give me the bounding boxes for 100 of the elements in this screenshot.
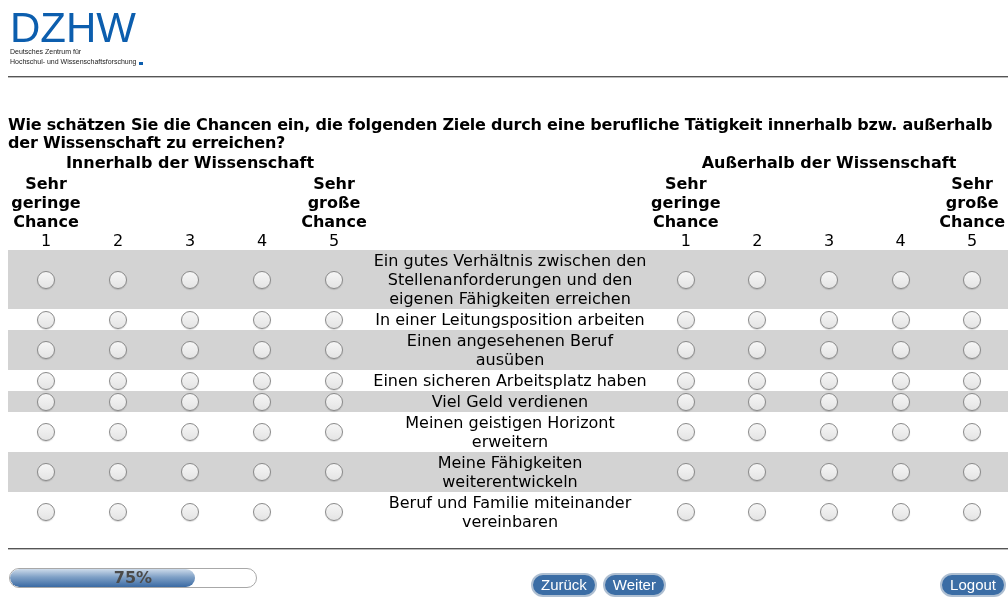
radio-button[interactable] <box>748 371 767 390</box>
item-text: Einen sicheren Arbeitsplatz haben <box>372 371 648 390</box>
item-text: Meine Fähigkeiten weiterentwickeln <box>436 453 584 491</box>
radio-button[interactable] <box>253 503 271 521</box>
radio-button[interactable] <box>963 341 982 359</box>
radio-button[interactable] <box>325 503 343 521</box>
radio-button[interactable] <box>676 341 695 359</box>
radio-button[interactable] <box>820 371 838 390</box>
radio-button[interactable] <box>253 310 271 329</box>
radio-button[interactable] <box>676 310 695 329</box>
radio-button[interactable] <box>325 463 343 481</box>
radio-button[interactable] <box>325 310 343 329</box>
scale-number: 2 <box>752 231 763 250</box>
radio-button[interactable] <box>181 270 199 289</box>
radio-button[interactable] <box>891 503 910 521</box>
radio-button[interactable] <box>253 270 271 289</box>
radio-button[interactable] <box>891 371 910 390</box>
radio-button[interactable] <box>963 392 982 411</box>
radio-button[interactable] <box>676 463 695 481</box>
logout-button[interactable]: Logout <box>940 573 1006 597</box>
radio-button[interactable] <box>820 341 838 359</box>
radio-button[interactable] <box>748 310 767 329</box>
radio-button[interactable] <box>253 371 271 390</box>
radio-button[interactable] <box>253 463 271 481</box>
radio-button[interactable] <box>676 392 695 411</box>
radio-button[interactable] <box>37 341 55 359</box>
radio-button[interactable] <box>37 503 55 521</box>
radio-button[interactable] <box>963 463 982 481</box>
radio-button[interactable] <box>37 310 55 329</box>
radio-button[interactable] <box>963 310 982 329</box>
scale-number: 3 <box>184 231 196 250</box>
radio-button[interactable] <box>181 310 199 329</box>
scale-number: 3 <box>823 231 835 250</box>
radio-button[interactable] <box>891 341 910 359</box>
radio-button[interactable] <box>325 371 343 390</box>
item-text: In einer Leitungsposition arbeiten <box>374 310 646 329</box>
radio-button[interactable] <box>181 371 199 390</box>
radio-button[interactable] <box>181 341 199 359</box>
scale-number: 4 <box>256 231 268 250</box>
radio-button[interactable] <box>325 423 343 441</box>
radio-button[interactable] <box>748 392 767 411</box>
radio-button[interactable] <box>37 463 55 481</box>
radio-button[interactable] <box>820 392 838 411</box>
nav-button[interactable]: Zurück <box>531 573 597 597</box>
radio-button[interactable] <box>109 270 127 289</box>
radio-button[interactable] <box>748 423 767 441</box>
radio-button[interactable] <box>253 423 271 441</box>
radio-button[interactable] <box>325 341 343 359</box>
radio-button[interactable] <box>820 423 838 441</box>
radio-button[interactable] <box>963 371 982 390</box>
radio-button[interactable] <box>963 423 982 441</box>
radio-button[interactable] <box>325 392 343 411</box>
scale-number: 1 <box>40 231 52 250</box>
question-text: Wie schätzen Sie die Chancen ein, die folgenden Ziele durch eine berufliche Tätigkeit innerhalb bzw. außerhalb der Wissenschaft zu erreichen? <box>8 116 994 152</box>
radio-button[interactable] <box>748 463 767 481</box>
radio-button[interactable] <box>891 463 910 481</box>
radio-button[interactable] <box>963 503 982 521</box>
radio-button[interactable] <box>676 503 695 521</box>
radio-button[interactable] <box>109 392 127 411</box>
radio-button[interactable] <box>891 392 910 411</box>
item-text: Viel Geld verdienen <box>430 392 590 411</box>
radio-button[interactable] <box>37 371 55 390</box>
radio-button[interactable] <box>820 463 838 481</box>
radio-button[interactable] <box>748 341 767 359</box>
radio-button[interactable] <box>181 423 199 441</box>
radio-button[interactable] <box>109 310 127 329</box>
radio-button[interactable] <box>676 371 695 390</box>
radio-button[interactable] <box>181 503 199 521</box>
item-text: Ein gutes Verhältnis zwischen den Stellenanforderungen und den eigenen Fähigkeiten erreichen <box>372 251 648 308</box>
radio-button[interactable] <box>820 270 838 289</box>
nav-button[interactable]: Weiter <box>602 573 666 597</box>
scale-number: 5 <box>328 231 340 250</box>
scale-number: 1 <box>680 231 691 250</box>
item-text: Meinen geistigen Horizont erweitern <box>404 413 616 451</box>
radio-button[interactable] <box>891 423 910 441</box>
scale-label: Sehr große Chance <box>938 174 1006 231</box>
radio-button[interactable] <box>963 270 982 289</box>
radio-button[interactable] <box>181 463 199 481</box>
radio-button[interactable] <box>181 392 199 411</box>
radio-button[interactable] <box>820 503 838 521</box>
radio-button[interactable] <box>325 270 343 289</box>
radio-button[interactable] <box>748 503 767 521</box>
radio-button[interactable] <box>37 423 55 441</box>
radio-button[interactable] <box>253 341 271 359</box>
item-text: Einen angesehenen Beruf ausüben <box>405 331 615 369</box>
radio-button[interactable] <box>109 341 127 359</box>
radio-button[interactable] <box>820 310 838 329</box>
radio-button[interactable] <box>109 371 127 390</box>
radio-button[interactable] <box>253 392 271 411</box>
radio-button[interactable] <box>37 392 55 411</box>
radio-button[interactable] <box>109 463 127 481</box>
radio-button[interactable] <box>109 423 127 441</box>
progress-label: 75% <box>113 569 153 587</box>
radio-button[interactable] <box>676 270 695 289</box>
radio-button[interactable] <box>748 270 767 289</box>
radio-button[interactable] <box>891 270 910 289</box>
radio-button[interactable] <box>37 270 55 289</box>
radio-button[interactable] <box>891 310 910 329</box>
radio-button[interactable] <box>676 423 695 441</box>
radio-button[interactable] <box>109 503 127 521</box>
